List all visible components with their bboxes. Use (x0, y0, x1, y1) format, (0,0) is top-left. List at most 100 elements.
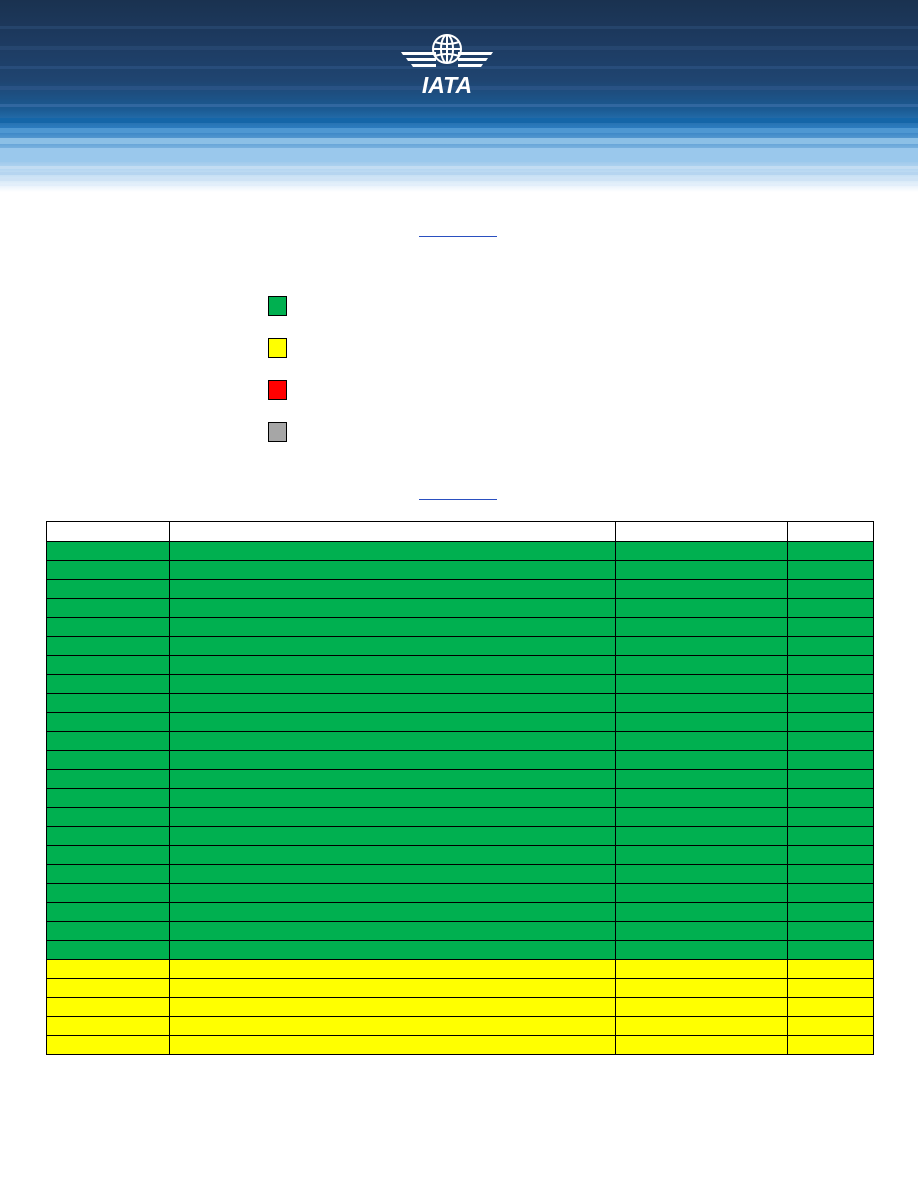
table-cell (615, 731, 788, 751)
table-cell (169, 560, 616, 580)
table-row (46, 655, 874, 675)
table-cell (169, 807, 616, 827)
table-cell (169, 883, 616, 903)
table-cell (615, 826, 788, 846)
table-cell (169, 1035, 616, 1055)
table-header-row (46, 521, 874, 542)
table-cell (169, 845, 616, 865)
globe-icon (432, 34, 462, 64)
section-link-top[interactable] (419, 226, 497, 237)
table-cell (169, 978, 616, 998)
table-cell (169, 598, 616, 618)
table-cell (615, 560, 788, 580)
table-cell (169, 959, 616, 979)
table-row (46, 959, 874, 979)
table-row (46, 598, 874, 618)
table-cell (46, 826, 170, 846)
table-cell (169, 541, 616, 561)
table-cell (787, 921, 874, 941)
column-header (169, 521, 616, 542)
legend-swatch-grey (268, 422, 287, 442)
table-cell (46, 1035, 170, 1055)
table-row (46, 541, 874, 561)
table-row (46, 940, 874, 960)
table-cell (787, 541, 874, 561)
table-cell (787, 731, 874, 751)
banner-stripe (0, 138, 918, 144)
table-cell (787, 750, 874, 770)
banner-stripe (0, 172, 918, 175)
table-cell (615, 655, 788, 675)
table-cell (46, 864, 170, 884)
table-cell (169, 826, 616, 846)
table-cell (615, 940, 788, 960)
table-cell (615, 712, 788, 732)
table-row (46, 864, 874, 884)
status-table (46, 521, 874, 1055)
table-cell (787, 712, 874, 732)
table-cell (615, 617, 788, 637)
table-cell (169, 997, 616, 1017)
table-row (46, 826, 874, 846)
table-cell (46, 921, 170, 941)
table-cell (46, 655, 170, 675)
section-link-table[interactable] (419, 489, 497, 500)
table-cell (615, 864, 788, 884)
table-cell (46, 560, 170, 580)
table-row (46, 712, 874, 732)
table-body (46, 541, 874, 1055)
table-cell (615, 921, 788, 941)
table-cell (615, 997, 788, 1017)
table-cell (169, 579, 616, 599)
column-header (787, 521, 874, 542)
table-cell (169, 693, 616, 713)
table-cell (169, 636, 616, 656)
table-cell (787, 845, 874, 865)
logo-text: IATA (422, 72, 472, 98)
table-row (46, 883, 874, 903)
table-cell (787, 940, 874, 960)
table-cell (46, 712, 170, 732)
table-cell (46, 731, 170, 751)
table-cell (615, 579, 788, 599)
table-cell (169, 674, 616, 694)
banner-stripe (0, 178, 918, 181)
table-cell (615, 978, 788, 998)
banner-stripe (0, 166, 918, 169)
table-row (46, 807, 874, 827)
table-cell (46, 769, 170, 789)
banner-stripe (0, 128, 918, 133)
table-cell (169, 864, 616, 884)
table-row (46, 1035, 874, 1055)
table-cell (169, 769, 616, 789)
table-cell (787, 997, 874, 1017)
table-cell (169, 731, 616, 751)
table-cell (787, 883, 874, 903)
table-cell (615, 807, 788, 827)
table-row (46, 674, 874, 694)
table-cell (46, 883, 170, 903)
table-cell (46, 674, 170, 694)
table-cell (787, 902, 874, 922)
table-cell (169, 902, 616, 922)
table-cell (615, 902, 788, 922)
table-row (46, 769, 874, 789)
table-row (46, 788, 874, 808)
table-cell (46, 902, 170, 922)
table-cell (787, 978, 874, 998)
table-cell (787, 807, 874, 827)
table-cell (615, 1035, 788, 1055)
table-cell (787, 864, 874, 884)
table-cell (615, 598, 788, 618)
table-cell (787, 579, 874, 599)
banner-stripe (0, 104, 918, 107)
table-cell (787, 560, 874, 580)
table-row (46, 693, 874, 713)
table-row (46, 978, 874, 998)
table-cell (615, 883, 788, 903)
table-cell (615, 845, 788, 865)
table-cell (615, 788, 788, 808)
column-header (615, 521, 788, 542)
iata-logo: IATA (401, 34, 493, 98)
table-row (46, 845, 874, 865)
